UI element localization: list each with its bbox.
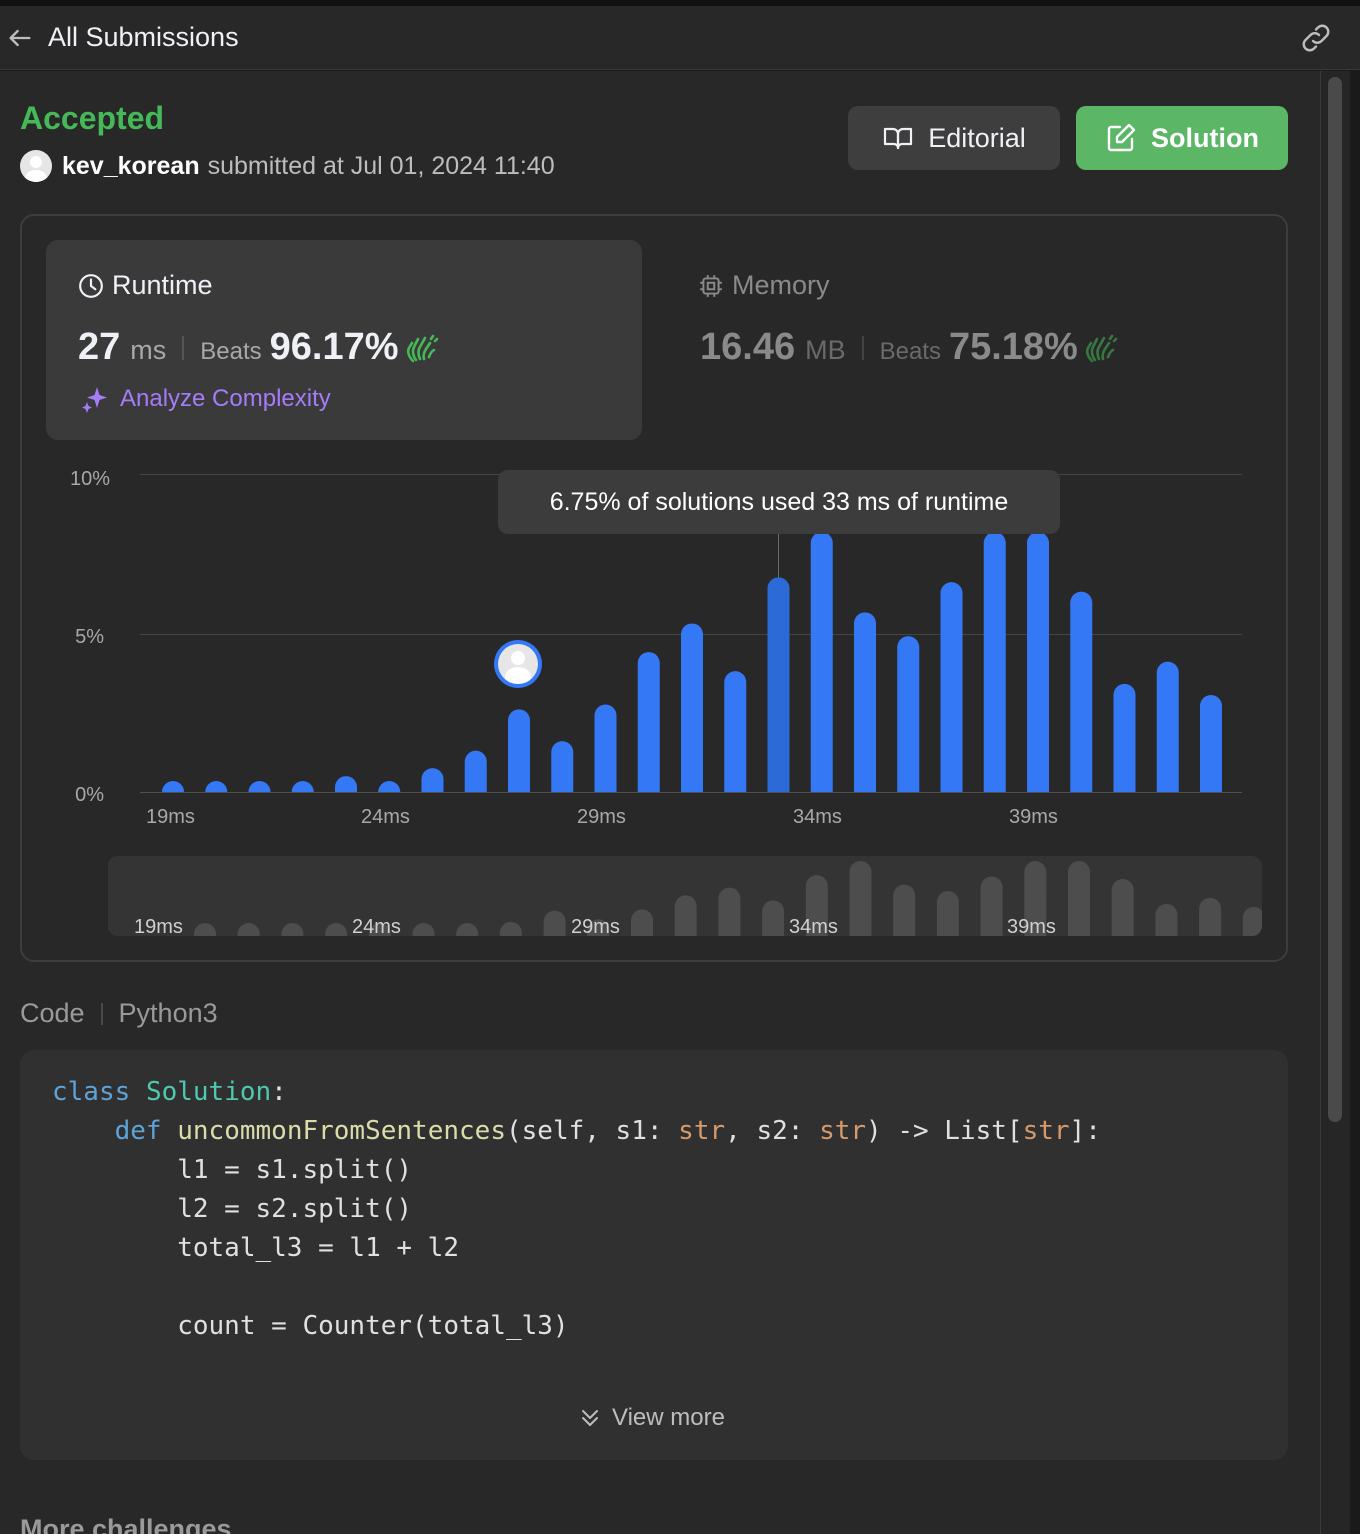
chart-bar[interactable] bbox=[205, 781, 228, 792]
range-bar bbox=[893, 884, 916, 936]
chart-bar[interactable] bbox=[767, 577, 790, 792]
chart-bar[interactable] bbox=[335, 776, 357, 792]
chart-bar[interactable] bbox=[378, 781, 401, 792]
range-bar bbox=[980, 876, 1003, 936]
range-tick-label: 24ms bbox=[352, 916, 401, 936]
chart-bar[interactable] bbox=[291, 781, 314, 792]
x-tick-label: 29ms bbox=[577, 806, 626, 828]
range-bar bbox=[1111, 879, 1134, 936]
range-selector-bars bbox=[194, 861, 1262, 936]
your-submission-marker[interactable] bbox=[494, 640, 542, 688]
code-language: Python3 bbox=[118, 998, 218, 1028]
chart-tooltip: 6.75% of solutions used 33 ms of runtime bbox=[498, 470, 1060, 534]
range-bar bbox=[674, 895, 697, 936]
divider bbox=[100, 1002, 103, 1025]
code-header: Code Python3 bbox=[20, 998, 218, 1029]
chart-bar[interactable] bbox=[508, 709, 530, 792]
range-bar bbox=[456, 923, 479, 936]
more-challenges-heading: More challenges bbox=[20, 1514, 232, 1534]
chart-bar[interactable] bbox=[162, 781, 184, 792]
chart-bar[interactable] bbox=[248, 781, 271, 792]
chart-bar[interactable] bbox=[897, 636, 920, 792]
chart-bar[interactable] bbox=[1200, 695, 1222, 792]
chart-bar[interactable] bbox=[1113, 683, 1136, 792]
chart-bar[interactable] bbox=[594, 704, 617, 792]
range-selector[interactable]: 19ms 24ms 29ms 34ms 39ms bbox=[108, 856, 1262, 936]
range-bar bbox=[281, 923, 304, 936]
chart-bar[interactable] bbox=[1070, 591, 1093, 792]
chart-bar[interactable] bbox=[551, 741, 574, 792]
chart-bar[interactable] bbox=[1027, 532, 1049, 792]
code-content: class Solution: def uncommonFromSentence… bbox=[52, 1077, 1101, 1341]
range-bar bbox=[936, 891, 959, 936]
chart-bar[interactable] bbox=[681, 623, 703, 792]
range-tick-label: 34ms bbox=[789, 916, 838, 936]
range-tick-label: 19ms bbox=[134, 916, 183, 936]
range-bar bbox=[543, 910, 566, 936]
range-bar bbox=[1155, 903, 1178, 936]
chart-bar[interactable] bbox=[464, 750, 487, 792]
range-bar bbox=[718, 887, 741, 936]
range-bar bbox=[194, 923, 216, 936]
range-tick-label: 39ms bbox=[1007, 916, 1056, 936]
range-bar bbox=[1068, 861, 1090, 936]
chevrons-down-icon bbox=[582, 1410, 598, 1426]
chart-bar[interactable] bbox=[724, 671, 747, 792]
x-tick-label: 39ms bbox=[1009, 806, 1058, 828]
chart-bar[interactable] bbox=[421, 768, 444, 792]
range-bar bbox=[762, 900, 785, 936]
range-tick-label: 29ms bbox=[571, 916, 620, 936]
range-bar bbox=[499, 921, 522, 936]
chart-bar[interactable] bbox=[854, 612, 876, 792]
range-bar bbox=[849, 861, 872, 936]
avatar bbox=[498, 644, 538, 684]
chart-bar[interactable] bbox=[810, 532, 833, 792]
range-bar bbox=[1242, 906, 1262, 936]
chart-bar[interactable] bbox=[637, 652, 660, 792]
range-bar bbox=[325, 923, 348, 936]
view-more-button[interactable]: View more bbox=[578, 1404, 725, 1432]
x-tick-label: 19ms bbox=[146, 806, 195, 828]
range-bar bbox=[1199, 897, 1222, 936]
range-bar bbox=[237, 923, 260, 936]
range-bar bbox=[631, 909, 653, 936]
chart-bar[interactable] bbox=[983, 532, 1006, 792]
range-bar bbox=[412, 923, 435, 936]
view-more-label: View more bbox=[612, 1404, 725, 1431]
code-label: Code bbox=[20, 998, 85, 1028]
chart-bar[interactable] bbox=[1156, 661, 1179, 792]
x-tick-label: 24ms bbox=[361, 806, 410, 828]
x-tick-label: 34ms bbox=[793, 806, 842, 828]
chart-bar[interactable] bbox=[940, 582, 963, 792]
